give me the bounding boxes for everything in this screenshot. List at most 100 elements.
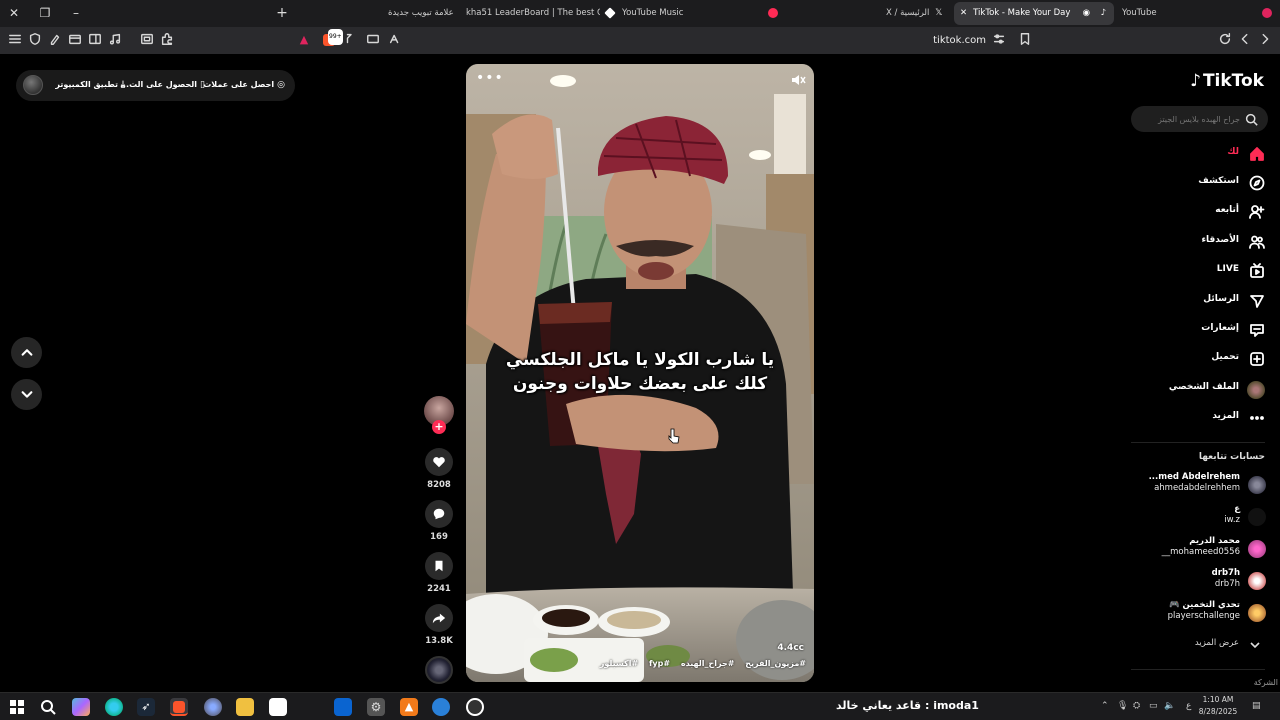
save-button[interactable] <box>425 552 453 580</box>
tab-youtube-music[interactable]: YouTube Music <box>600 2 692 25</box>
chat-app-icon[interactable] <box>204 698 222 716</box>
like-button[interactable] <box>425 448 453 476</box>
close-window-icon[interactable]: ✕ <box>4 4 24 22</box>
following-account[interactable]: drb7h drb7h <box>1130 568 1266 594</box>
sidebar-item-following[interactable]: أتابعه <box>1145 202 1265 222</box>
reload-icon[interactable] <box>1217 32 1233 48</box>
outlook-icon[interactable] <box>334 698 352 716</box>
video-more-options-icon[interactable]: ••• <box>476 70 504 86</box>
start-windows-icon[interactable] <box>8 698 26 716</box>
address-bar-url[interactable]: tiktok.com <box>910 33 986 49</box>
puzzle-icon[interactable] <box>159 32 175 48</box>
tab-red-app[interactable] <box>1256 2 1276 25</box>
sidebar-item-for-you[interactable]: لك <box>1145 144 1265 164</box>
following-account[interactable]: ع iw.z <box>1130 504 1266 530</box>
tiktok-logo[interactable]: ♪ TikTok <box>1190 71 1264 91</box>
tab-label: YouTube Music <box>622 8 684 18</box>
app-triangle-icon[interactable]: ▲ <box>400 698 418 716</box>
sidebar-item-notifications[interactable]: إشعارات <box>1145 320 1265 340</box>
sidebar-toggle-icon[interactable] <box>87 32 103 48</box>
sidebar-item-live[interactable]: LIVE <box>1145 261 1265 281</box>
music-disc-icon[interactable] <box>425 656 453 684</box>
tabs-icon[interactable] <box>67 32 83 48</box>
tab-leaderboard[interactable]: kha51 LeaderBoard | The best ChatBot <box>460 2 600 25</box>
tray-chevron-icon[interactable]: ⌃ <box>1101 701 1109 711</box>
screenshot-icon[interactable] <box>139 32 155 48</box>
clock-time[interactable]: 1:10 AM <box>1196 695 1240 704</box>
share-button[interactable] <box>425 604 453 632</box>
sidebar-item-upload[interactable]: تحميل <box>1145 349 1265 369</box>
sidebar-item-explore[interactable]: استكشف <box>1145 173 1265 193</box>
tab-x-home[interactable]: X / الرئيسية 𝕏 <box>880 2 950 25</box>
picture-in-picture-icon[interactable] <box>365 32 381 48</box>
mute-icon[interactable] <box>790 72 806 88</box>
new-tab-icon[interactable]: + <box>272 4 292 22</box>
menu-icon[interactable] <box>7 32 23 48</box>
obs-record-icon[interactable] <box>466 698 484 716</box>
forward-icon[interactable] <box>1257 32 1273 48</box>
network-icon[interactable]: ▭ <box>1149 701 1158 711</box>
settings-gear-icon[interactable]: ⚙ <box>367 698 385 716</box>
see-more-button[interactable]: عرض المزيد <box>1145 637 1265 653</box>
inbox-icon <box>1249 322 1265 338</box>
search-box[interactable] <box>1131 106 1268 132</box>
back-icon[interactable] <box>1237 32 1253 48</box>
get-coins-button[interactable]: ◎احصل على عملات <box>203 78 285 92</box>
tray-app-icon[interactable]: ⛭ <box>1133 701 1140 711</box>
close-tab-icon[interactable]: ✕ <box>960 8 967 18</box>
comment-button[interactable] <box>425 500 453 528</box>
sidebar-item-messages[interactable]: الرسائل <box>1145 291 1265 311</box>
notifications-icon[interactable]: ▤ <box>1252 701 1261 711</box>
brave-browser-icon[interactable] <box>170 698 188 716</box>
microphone-icon[interactable]: 🎙 <box>1117 701 1128 711</box>
user-avatar[interactable] <box>23 75 43 95</box>
brave-shield-icon[interactable]: 99+ <box>318 29 343 48</box>
hashtag-link[interactable]: #fyp <box>649 659 670 668</box>
hashtag-link[interactable]: #اكسبلور <box>600 659 638 668</box>
taskbar-window-title[interactable]: قاعد يعاني خالد : imoda1 <box>836 699 979 712</box>
audio-playing-icon[interactable]: ◉ <box>1083 2 1090 25</box>
get-app-button[interactable]: ▯الحصول على الت... <box>120 78 205 92</box>
shield-icon[interactable] <box>27 32 43 48</box>
follow-creator-button[interactable]: + <box>432 420 446 434</box>
sidebar-item-label: إشعارات <box>1201 323 1239 333</box>
restore-window-icon[interactable]: ❐ <box>35 4 55 22</box>
extension-icon[interactable] <box>47 32 63 48</box>
following-account[interactable]: محمد الدريم mohameed0556__ <box>1130 536 1266 562</box>
company-link[interactable]: الشركة <box>1254 678 1278 687</box>
volume-icon[interactable]: 🔈 <box>1164 701 1175 711</box>
tab-tiktok[interactable]: ✕ TikTok - Make Your Day ◉ ♪ <box>954 2 1114 25</box>
following-account[interactable]: تحدي التخمين 🎮 playerschallenge <box>1130 600 1266 626</box>
clock-date[interactable]: 8/28/2025 <box>1196 707 1240 716</box>
tab-new-tab[interactable]: علامة تبويب جديدة <box>382 2 458 25</box>
search-icon[interactable] <box>1245 113 1258 126</box>
translate-icon[interactable] <box>387 32 403 48</box>
alert-triangle-icon[interactable]: ▲ <box>296 32 312 48</box>
minimize-window-icon[interactable]: – <box>66 4 86 22</box>
site-settings-icon[interactable] <box>991 32 1007 48</box>
file-explorer-icon[interactable] <box>236 698 254 716</box>
copilot-icon[interactable] <box>72 698 90 716</box>
sidebar-item-more[interactable]: المزيد <box>1145 408 1265 428</box>
search-input[interactable] <box>1140 111 1240 127</box>
tab-youtube[interactable]: YouTube <box>1116 2 1176 25</box>
microsoft-store-icon[interactable] <box>269 698 287 716</box>
share-icon[interactable] <box>343 32 359 48</box>
blue-app-icon[interactable] <box>432 698 450 716</box>
following-account[interactable]: med Abdelrehem... ahmedabdelrehhem <box>1130 472 1266 498</box>
tab-music-app[interactable] <box>762 2 784 25</box>
input-language-indicator[interactable]: ع <box>1186 701 1191 711</box>
sidebar-item-friends[interactable]: الأصدقاء <box>1145 232 1265 252</box>
previous-video-button[interactable] <box>11 337 42 368</box>
next-video-button[interactable] <box>11 379 42 410</box>
hashtag-link[interactable]: #مزيون_الفريح <box>745 659 806 668</box>
search-icon[interactable] <box>39 698 57 716</box>
bookmark-icon[interactable] <box>1017 32 1033 48</box>
edge-browser-icon[interactable] <box>105 698 123 716</box>
music-icon[interactable] <box>107 32 123 48</box>
desktop-app-button[interactable]: ⤓تطبيق الكمبيوتر <box>55 78 125 92</box>
hashtag-link[interactable]: #جراح_الهبده <box>681 659 735 668</box>
steam-icon[interactable]: ➶ <box>137 698 155 716</box>
video-player[interactable]: ••• يا شارب الكولا يا ماكل الجلكسي كلك ع… <box>466 64 814 682</box>
sidebar-item-profile[interactable]: الملف الشخصي <box>1145 379 1265 399</box>
